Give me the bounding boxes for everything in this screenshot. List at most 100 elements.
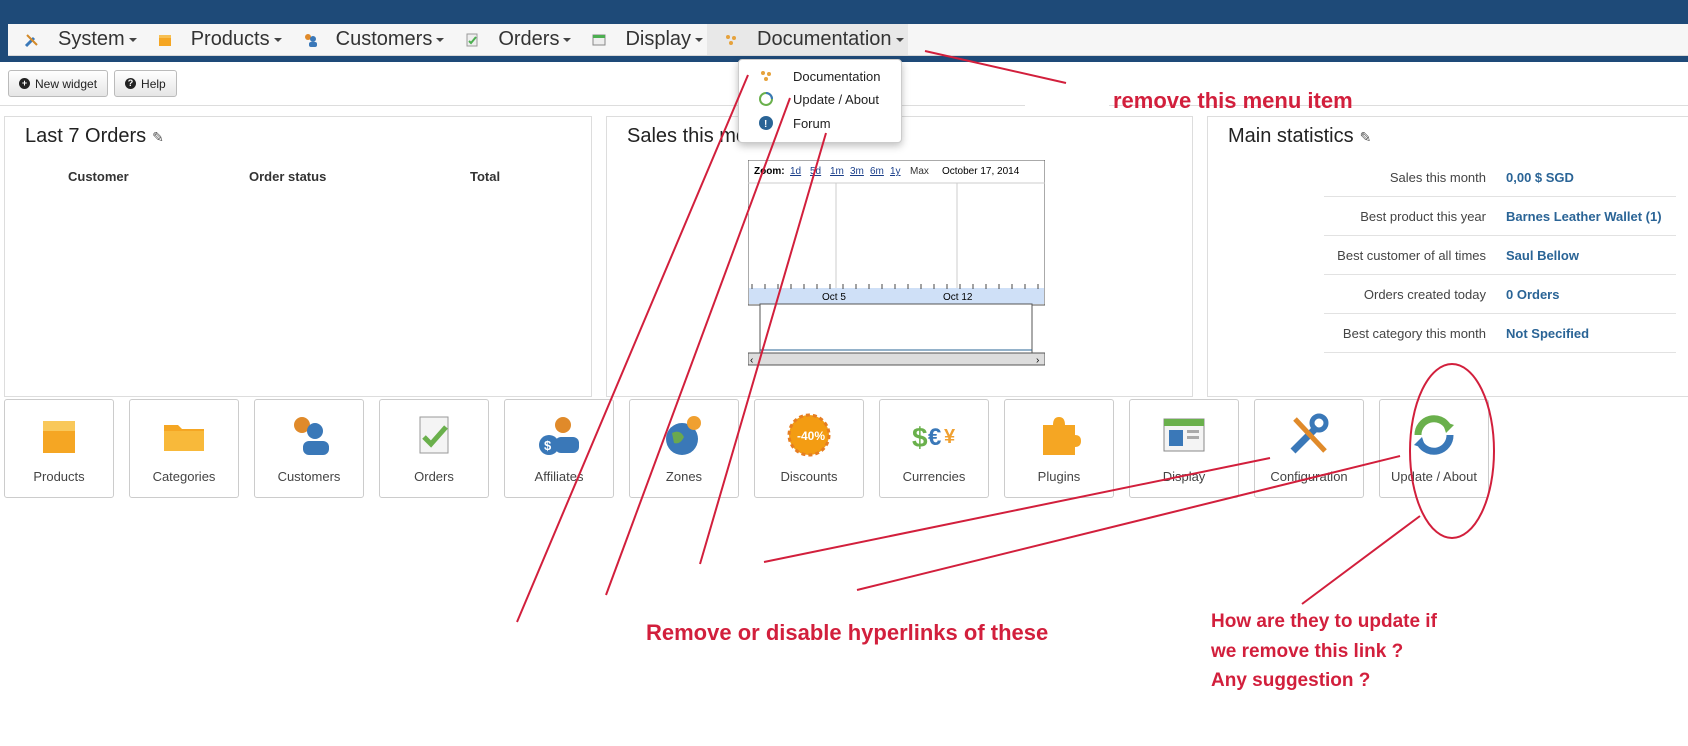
menu-system-label: System <box>58 28 125 50</box>
stats-row: Orders created today 0 Orders <box>1324 275 1676 314</box>
chart-zoom-option[interactable]: 6m <box>870 166 884 177</box>
panel-title: Last 7 Orders ✎ <box>25 125 164 148</box>
tile-configuration[interactable]: Configuration <box>1254 399 1364 498</box>
main-menu-bar: System Products Customers Orders Display… <box>8 24 1688 56</box>
new-widget-label: New widget <box>35 76 98 91</box>
menu-products[interactable]: Products <box>141 24 286 55</box>
tile-categories[interactable]: Categories <box>129 399 239 498</box>
tile-label: Currencies <box>902 469 966 484</box>
toolbar: + New widget ? Help <box>8 70 177 97</box>
edit-icon[interactable]: ✎ <box>1360 129 1372 145</box>
orders-icon <box>419 416 449 454</box>
menu-products-label: Products <box>190 28 270 50</box>
info-icon: ! <box>759 116 773 130</box>
chart-zoom-option[interactable]: Max <box>910 166 929 177</box>
tools-icon <box>24 33 38 47</box>
chevron-down-icon <box>128 37 137 42</box>
documentation-icon <box>726 34 737 45</box>
chart-scrollbar[interactable] <box>748 352 1045 366</box>
chart-x-tick-label: Oct 5 <box>822 292 846 303</box>
dropdown-item-forum[interactable]: Forum <box>793 116 831 131</box>
tile-plugins[interactable]: Plugins <box>1004 399 1114 498</box>
stats-row: Sales this month 0,00 $ SGD <box>1324 158 1676 197</box>
col-customer: Customer <box>68 169 129 184</box>
menu-customers[interactable]: Customers <box>286 24 449 55</box>
tile-currencies[interactable]: $ € ¥ Currencies <box>879 399 989 498</box>
panel-title: Main statistics ✎ <box>1228 125 1371 148</box>
chart-zoom-label: Zoom: <box>754 166 785 177</box>
chevron-down-icon <box>695 37 704 42</box>
stats-label: Orders created today <box>1363 287 1486 302</box>
plus-icon: + <box>19 78 30 89</box>
chevron-down-icon <box>436 37 445 42</box>
tile-label: Configuration <box>1270 469 1348 484</box>
stats-value[interactable]: 0,00 $ SGD <box>1506 170 1574 185</box>
menu-documentation[interactable]: Documentation <box>707 24 908 55</box>
puzzle-icon <box>1043 417 1081 455</box>
orders-panel: Last 7 Orders ✎ Customer Order status Tot… <box>4 116 592 397</box>
chart-zoom-option[interactable]: 1y <box>890 166 901 177</box>
orders-icon <box>466 33 478 46</box>
stats-label: Best customer of all times <box>1337 248 1486 263</box>
edit-icon[interactable]: ✎ <box>152 129 164 145</box>
tile-discounts[interactable]: -40% Discounts <box>754 399 864 498</box>
stats-value[interactable]: 0 Orders <box>1506 287 1559 302</box>
globe-icon <box>666 416 701 455</box>
tile-update-about[interactable]: Update / About <box>1379 399 1489 498</box>
menu-documentation-label: Documentation <box>757 28 892 50</box>
display-icon <box>1163 418 1205 452</box>
discount-icon: -40% <box>787 413 831 457</box>
dropdown-item-update-about[interactable]: Update / About <box>793 92 879 107</box>
svg-text:€: € <box>928 424 941 451</box>
menu-display-label: Display <box>625 28 692 50</box>
update-icon <box>1414 415 1454 455</box>
svg-text:-40%: -40% <box>797 429 825 443</box>
chart-zoom-option[interactable]: 1d <box>790 166 801 177</box>
tile-customers[interactable]: Customers <box>254 399 364 498</box>
tools-icon <box>1290 413 1329 454</box>
tile-label: Customers <box>277 469 341 484</box>
box-icon <box>158 34 171 46</box>
menu-display[interactable]: Display <box>575 24 707 55</box>
stats-label: Sales this month <box>1389 170 1486 185</box>
menu-customers-label: Customers <box>335 28 433 50</box>
tile-affiliates[interactable]: $ Affiliates <box>504 399 614 498</box>
chart-zoom-option[interactable]: 3m <box>850 166 864 177</box>
users-icon <box>304 33 317 47</box>
tile-label: Display <box>1162 469 1206 484</box>
chart-date-label: October 17, 2014 <box>942 166 1020 177</box>
chevron-down-icon <box>273 37 282 42</box>
svg-text:!: ! <box>764 119 767 130</box>
tile-products[interactable]: Products <box>4 399 114 498</box>
annotation-remove-menu: remove this menu item <box>1113 88 1353 113</box>
stats-value[interactable]: Not Specified <box>1506 326 1589 341</box>
tile-label: Update / About <box>1390 469 1477 484</box>
chart-zoom-option[interactable]: 5d <box>810 166 821 177</box>
help-button[interactable]: ? Help <box>114 70 177 97</box>
menu-orders[interactable]: Orders <box>448 24 575 55</box>
col-total: Total <box>470 169 501 184</box>
new-widget-button[interactable]: + New widget <box>8 70 109 97</box>
chart-zoom-option[interactable]: 1m <box>830 166 844 177</box>
stats-row: Best customer of all times Saul Bellow <box>1324 236 1676 275</box>
stats-value[interactable]: Saul Bellow <box>1506 248 1579 263</box>
annotation-question-2: we remove this link ? <box>1211 641 1404 662</box>
documentation-icon <box>761 71 771 81</box>
dropdown-item-documentation[interactable]: Documentation <box>793 69 880 84</box>
stats-row: Best product this year Barnes Leather Wal… <box>1324 197 1676 236</box>
stats-value[interactable]: Barnes Leather Wallet (1) <box>1506 209 1662 224</box>
menu-system[interactable]: System <box>8 24 141 55</box>
tile-orders[interactable]: Orders <box>379 399 489 498</box>
tile-display[interactable]: Display <box>1129 399 1239 498</box>
tile-label: Categories <box>152 469 216 484</box>
svg-text:¥: ¥ <box>944 426 956 448</box>
stats-title: Main statistics <box>1228 125 1354 147</box>
question-icon: ? <box>125 78 137 89</box>
scroll-left-icon[interactable]: ‹ <box>750 355 753 366</box>
menu-orders-label: Orders <box>498 28 560 50</box>
svg-text:$: $ <box>912 422 928 453</box>
scroll-right-icon[interactable]: › <box>1036 355 1039 366</box>
affiliates-icon: $ <box>539 417 579 455</box>
tile-zones[interactable]: Zones <box>629 399 739 498</box>
box-icon <box>43 421 75 453</box>
